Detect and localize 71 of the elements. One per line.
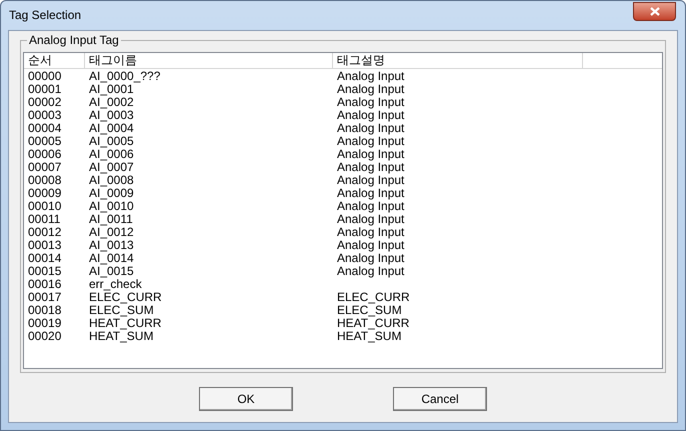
table-cell: 00000 (28, 70, 62, 83)
table-cell: 00016 (28, 278, 62, 291)
table-cell: AI_0008 (89, 174, 134, 187)
table-cell: 00005 (28, 135, 62, 148)
table-cell: 00019 (28, 317, 62, 330)
table-cell: AI_0009 (89, 187, 134, 200)
close-icon (650, 7, 660, 16)
table-cell: AI_0001 (89, 83, 134, 96)
table-cell: AI_0007 (89, 161, 134, 174)
table-cell: 00003 (28, 109, 62, 122)
table-cell: ELEC_SUM (89, 304, 154, 317)
table-cell: Analog Input (337, 265, 404, 278)
column-header[interactable]: 태그이름 (85, 53, 333, 68)
table-cell: Analog Input (337, 226, 404, 239)
table-cell: ELEC_CURR (337, 291, 410, 304)
table-cell: 00009 (28, 187, 62, 200)
table-cell: ELEC_SUM (337, 304, 402, 317)
table-cell: AI_0011 (89, 213, 133, 226)
table-cell: 00006 (28, 148, 62, 161)
table-cell: HEAT_SUM (89, 330, 154, 343)
table-cell: 00012 (28, 226, 62, 239)
table-cell: AI_0004 (89, 122, 134, 135)
table-cell: AI_0003 (89, 109, 134, 122)
table-cell: 00020 (28, 330, 62, 343)
table-cell: 00014 (28, 252, 62, 265)
table-cell: 00015 (28, 265, 62, 278)
table-cell: err_check (89, 278, 142, 291)
table-cell: AI_0010 (89, 200, 134, 213)
table-cell: Analog Input (337, 213, 404, 226)
table-cell: AI_0000_??? (89, 70, 160, 83)
table-cell: 00013 (28, 239, 62, 252)
window-title: Tag Selection (9, 9, 82, 21)
table-cell: 00011 (28, 213, 60, 226)
table-cell: 00004 (28, 122, 62, 135)
table-cell: 00007 (28, 161, 62, 174)
table-cell: AI_0005 (89, 135, 134, 148)
table-cell: ELEC_CURR (89, 291, 162, 304)
table-cell: Analog Input (337, 161, 404, 174)
table-cell: AI_0006 (89, 148, 134, 161)
table-cell: 00001 (28, 83, 62, 96)
table-cell: AI_0014 (89, 252, 134, 265)
table-cell: Analog Input (337, 109, 404, 122)
table-cell: 00017 (28, 291, 62, 304)
column-header[interactable]: 순서 (24, 53, 85, 68)
table-cell: Analog Input (337, 96, 404, 109)
table-cell: 00008 (28, 174, 62, 187)
table-cell: Analog Input (337, 239, 404, 252)
table-cell: 00018 (28, 304, 62, 317)
table-cell: Analog Input (337, 148, 404, 161)
table-cell: Analog Input (337, 70, 404, 83)
table-cell: AI_0013 (89, 239, 134, 252)
table-cell: Analog Input (337, 187, 404, 200)
table-cell: Analog Input (337, 252, 404, 265)
table-cell: Analog Input (337, 174, 404, 187)
table-cell: HEAT_CURR (89, 317, 162, 330)
table-cell: AI_0002 (89, 96, 134, 109)
cancel-button[interactable]: Cancel (393, 387, 487, 411)
table-cell: 00010 (28, 200, 62, 213)
table-cell: Analog Input (337, 83, 404, 96)
table-cell: Analog Input (337, 135, 404, 148)
table-cell: Analog Input (337, 122, 404, 135)
close-button[interactable] (633, 2, 676, 21)
table-cell: AI_0012 (89, 226, 134, 239)
table-cell: HEAT_CURR (337, 317, 410, 330)
column-header[interactable]: 태그설명 (333, 53, 583, 68)
ok-button[interactable]: OK (199, 387, 293, 411)
table-cell: AI_0015 (89, 265, 134, 278)
table-cell: HEAT_SUM (337, 330, 402, 343)
group-label: Analog Input Tag (27, 33, 121, 47)
table-cell: 00002 (28, 96, 62, 109)
table-cell: Analog Input (337, 200, 404, 213)
